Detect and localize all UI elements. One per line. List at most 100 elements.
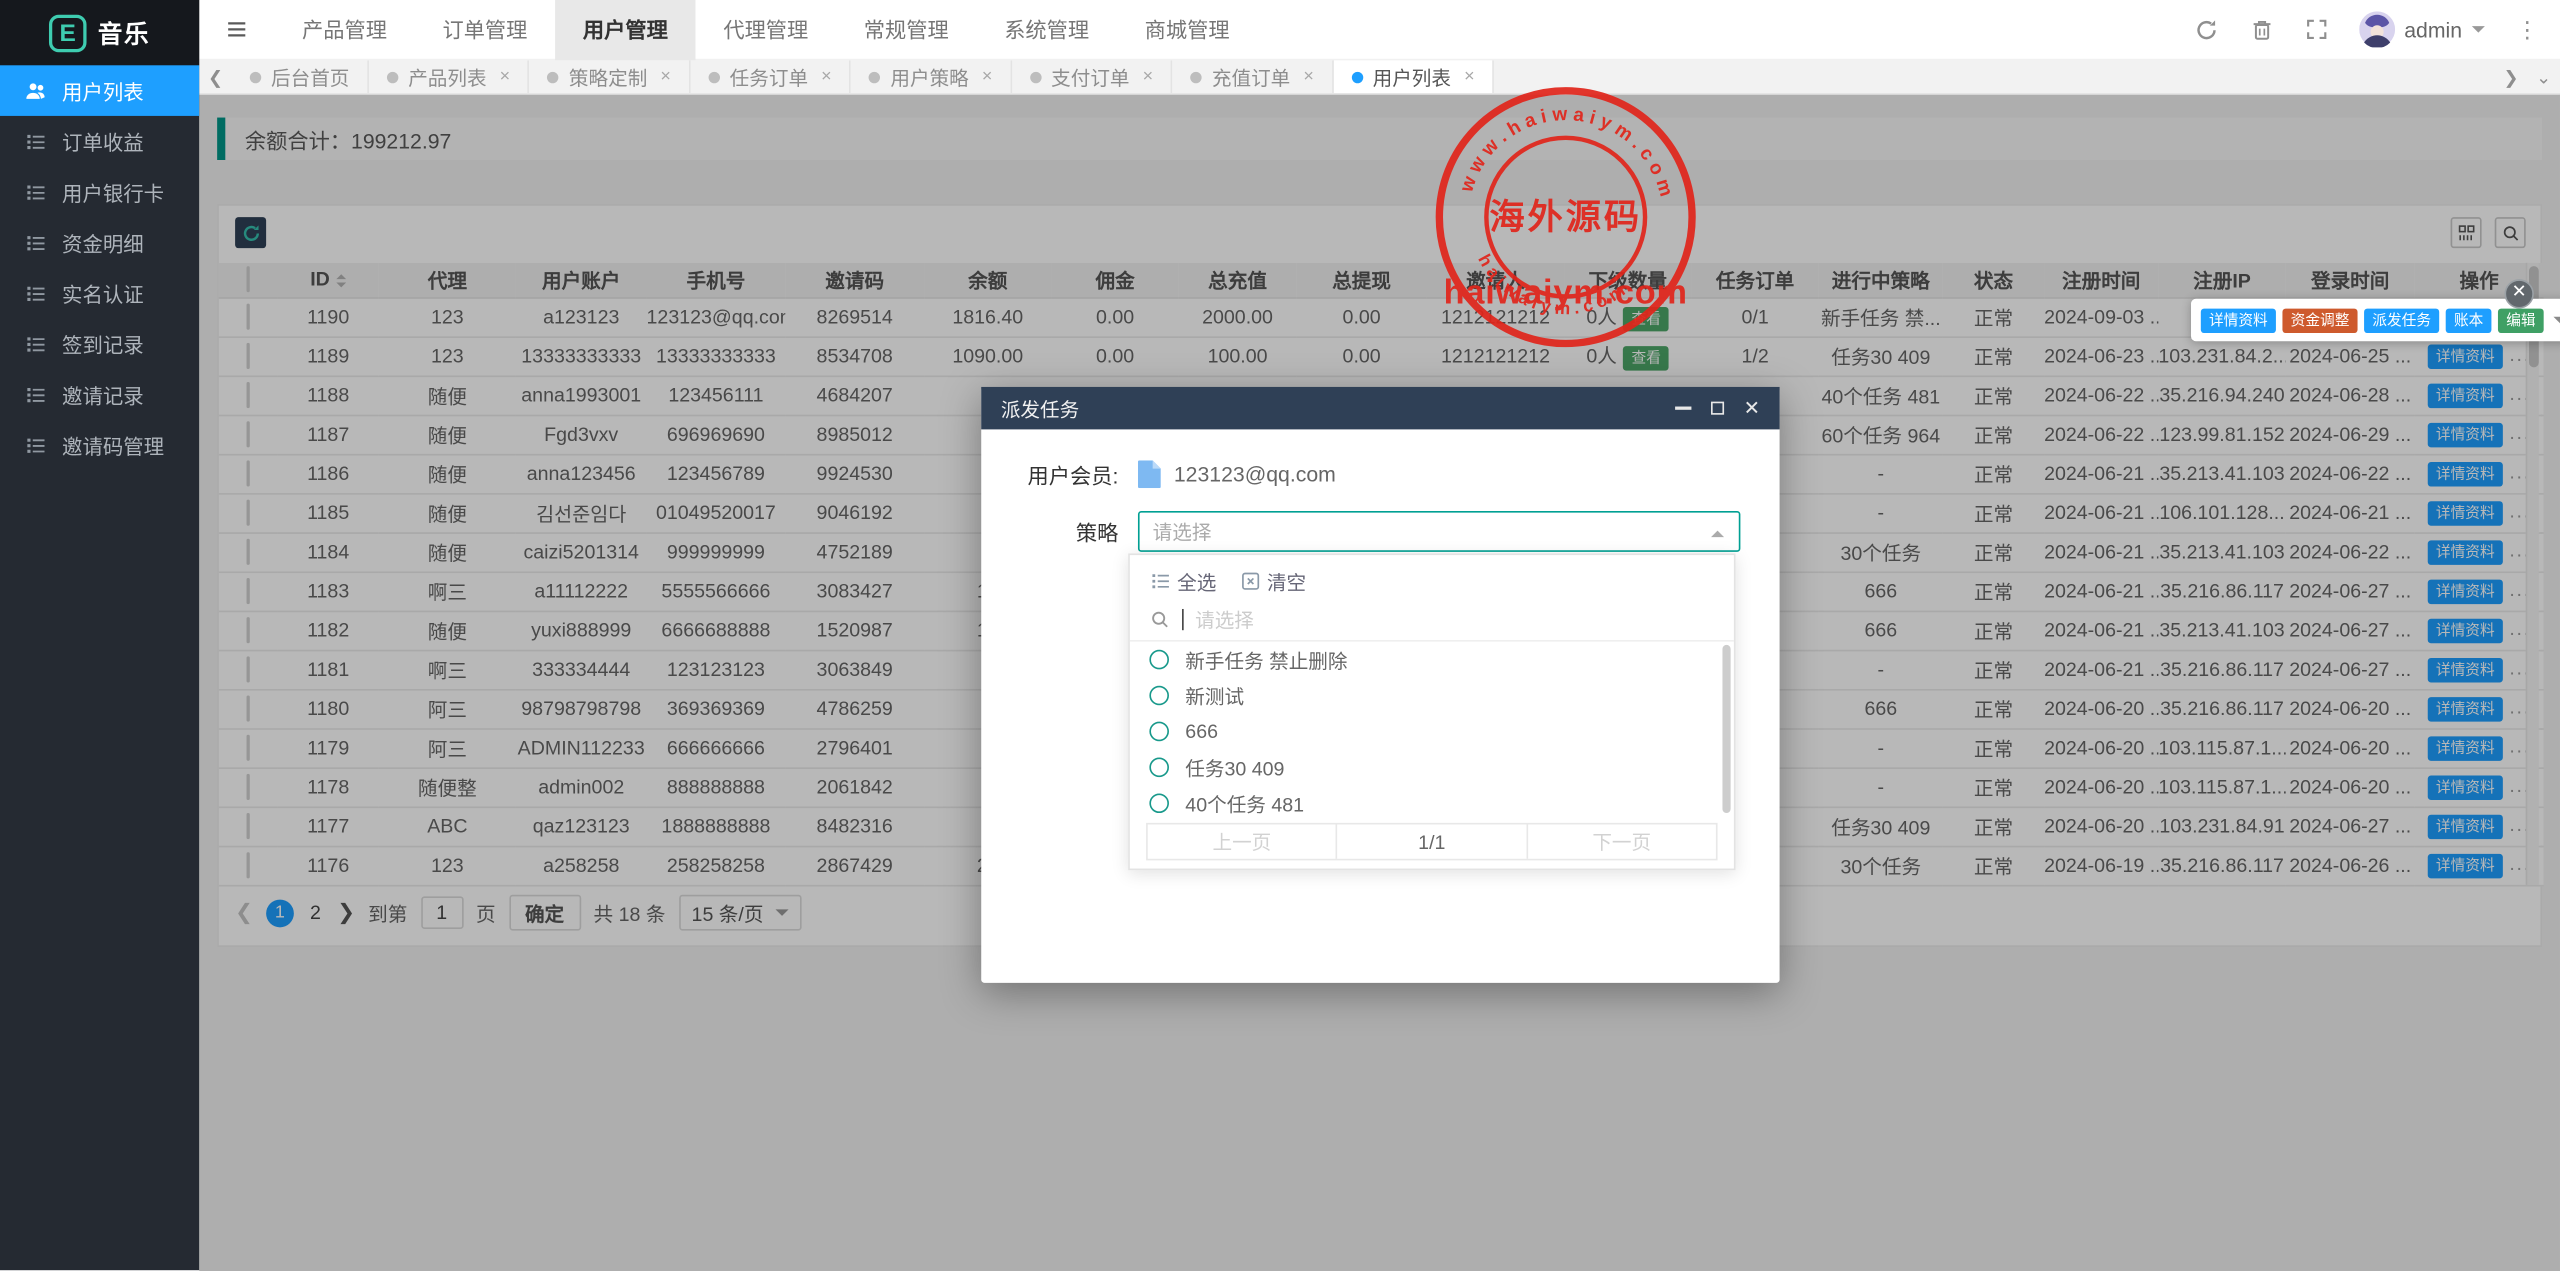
dropdown-search-input[interactable]: 请选择	[1130, 598, 1734, 642]
users-icon	[24, 79, 47, 102]
tab-close-icon[interactable]: ×	[1143, 67, 1154, 87]
sidebar-item-用户银行卡[interactable]: 用户银行卡	[0, 167, 199, 218]
select-all-icon	[1151, 571, 1171, 591]
tab-任务订单[interactable]: 任务订单×	[690, 60, 851, 93]
topbar-actions: admin ⋮	[2194, 11, 2560, 47]
tab-label: 充值订单	[1212, 63, 1290, 91]
sidebar-item-label: 邀请记录	[62, 379, 144, 410]
popup-button-账本[interactable]: 账本	[2446, 308, 2492, 332]
username-label: admin	[2404, 17, 2462, 41]
dropdown-page-info: 1/1	[1336, 824, 1526, 858]
minimize-icon[interactable]	[1675, 407, 1691, 410]
refresh-icon[interactable]	[2194, 17, 2218, 41]
popup-close-icon[interactable]: ✕	[2504, 279, 2533, 308]
sidebar-item-label: 邀请码管理	[62, 429, 164, 460]
list-icon	[24, 231, 47, 254]
tab-close-icon[interactable]: ×	[500, 67, 511, 87]
tab-产品列表[interactable]: 产品列表 ×	[369, 60, 530, 93]
trash-icon[interactable]	[2249, 17, 2273, 41]
tab-支付订单[interactable]: 支付订单 ×	[1012, 60, 1173, 93]
tab-close-icon[interactable]: ×	[821, 67, 832, 87]
radio-icon[interactable]	[1149, 650, 1169, 670]
dropdown-scrollbar-thumb[interactable]	[1722, 645, 1730, 813]
tab-dot-icon	[548, 71, 559, 82]
tab-策略定制[interactable]: 策略定制×	[530, 60, 691, 93]
radio-icon[interactable]	[1149, 686, 1169, 706]
tab-label: 用户策略	[890, 63, 968, 91]
strategy-select[interactable]: 请选择	[1138, 511, 1740, 552]
clear-label: 清空	[1267, 567, 1306, 595]
tab-label: 支付订单	[1051, 63, 1129, 91]
topnav-item-产品管理[interactable]: 产品管理	[274, 0, 414, 60]
topnav-item-代理管理[interactable]: 代理管理	[696, 0, 836, 60]
fullscreen-icon[interactable]	[2305, 18, 2328, 41]
dropdown-prev-button[interactable]: 上一页	[1148, 824, 1336, 858]
strategy-option[interactable]: 新手任务 禁止删除	[1130, 642, 1721, 678]
tab-close-icon[interactable]: ×	[982, 67, 993, 87]
maximize-icon[interactable]	[1711, 402, 1724, 415]
sidebar-item-label: 用户列表	[62, 75, 144, 106]
sidebar-item-资金明细[interactable]: 资金明细	[0, 217, 199, 268]
search-placeholder: 请选择	[1195, 605, 1254, 633]
tab-dot-icon	[250, 71, 261, 82]
list-icon	[24, 130, 47, 153]
sidebar-item-label: 签到记录	[62, 328, 144, 359]
topnav-item-系统管理[interactable]: 系统管理	[976, 0, 1116, 60]
close-icon[interactable]: ✕	[1744, 398, 1760, 418]
brand-logo[interactable]: E 音乐	[0, 0, 199, 65]
popup-button-资金调整[interactable]: 资金调整	[2282, 308, 2357, 332]
user-menu[interactable]: admin	[2358, 11, 2484, 47]
member-field-row: 用户会员: 123123@qq.com	[981, 459, 1779, 490]
strategy-options-list: 新手任务 禁止删除新测试666任务30 40940个任务 48160个任务 96…	[1130, 642, 1721, 823]
list-icon	[24, 282, 47, 305]
strategy-option[interactable]: 新测试	[1130, 678, 1721, 714]
tab-close-icon[interactable]: ×	[1464, 67, 1475, 87]
select-all-button[interactable]: 全选	[1151, 567, 1216, 595]
popup-button-派发任务[interactable]: 派发任务	[2364, 308, 2439, 332]
tab-dot-icon	[1191, 71, 1202, 82]
tab-label: 产品列表	[408, 63, 486, 91]
radio-icon[interactable]	[1149, 758, 1169, 778]
sidebar-item-订单收益[interactable]: 订单收益	[0, 116, 199, 167]
sidebar-item-实名认证[interactable]: 实名认证	[0, 268, 199, 319]
strategy-select-placeholder: 请选择	[1153, 518, 1212, 546]
tabs-menu-icon[interactable]: ⌄	[2527, 60, 2560, 94]
topnav-item-商城管理[interactable]: 商城管理	[1117, 0, 1257, 60]
tab-close-icon[interactable]: ×	[1303, 67, 1314, 87]
popup-button-详情资料[interactable]: 详情资料	[2201, 308, 2276, 332]
topnav-item-订单管理[interactable]: 订单管理	[415, 0, 555, 60]
tab-close-icon[interactable]: ×	[660, 67, 671, 87]
tabs-scroll-right-icon[interactable]: ❯	[2495, 60, 2528, 94]
tab-后台首页[interactable]: 后台首页	[232, 60, 369, 93]
sidebar-item-签到记录[interactable]: 签到记录	[0, 318, 199, 369]
popup-button-编辑[interactable]: 编辑	[2498, 308, 2544, 332]
radio-icon[interactable]	[1149, 722, 1169, 742]
topnav-item-用户管理[interactable]: 用户管理	[555, 0, 695, 60]
tab-dot-icon	[708, 71, 719, 82]
strategy-option[interactable]: 任务30 409	[1130, 749, 1721, 785]
dropdown-next-button[interactable]: 下一页	[1526, 824, 1716, 858]
sidebar-item-label: 用户银行卡	[62, 176, 164, 207]
menu-toggle-icon[interactable]	[225, 18, 248, 41]
row-operations-popup: 详情资料资金调整派发任务账本编辑	[2191, 299, 2560, 341]
tab-label: 用户列表	[1373, 63, 1451, 91]
member-label: 用户会员:	[981, 459, 1118, 490]
tabs-scroll-left-icon[interactable]: ❮	[199, 60, 232, 94]
strategy-option[interactable]: 40个任务 481	[1130, 785, 1721, 821]
strategy-option[interactable]: 666	[1130, 713, 1721, 749]
radio-icon[interactable]	[1149, 793, 1169, 813]
topnav-item-常规管理[interactable]: 常规管理	[836, 0, 976, 60]
modal-titlebar[interactable]: 派发任务 ✕	[981, 387, 1779, 429]
sidebar-item-邀请码管理[interactable]: 邀请码管理	[0, 420, 199, 471]
clear-selection-button[interactable]: 清空	[1241, 567, 1306, 595]
tab-用户列表[interactable]: 用户列表 ×	[1333, 60, 1494, 93]
kebab-menu-icon[interactable]: ⋮	[2516, 16, 2539, 44]
sidebar-item-邀请记录[interactable]: 邀请记录	[0, 369, 199, 420]
chevron-down-icon[interactable]	[2554, 317, 2560, 330]
tabbar: ❮ 后台首页产品列表×策略定制×任务订单×用户策略×支付订单×充值订单×用户列表…	[199, 60, 2560, 94]
sidebar-item-用户列表[interactable]: 用户列表	[0, 65, 199, 116]
tab-充值订单[interactable]: 充值订单 ×	[1173, 60, 1334, 93]
strategy-option-label: 任务30 409	[1185, 753, 1284, 781]
list-icon	[24, 433, 47, 456]
tab-用户策略[interactable]: 用户策略 ×	[851, 60, 1012, 93]
